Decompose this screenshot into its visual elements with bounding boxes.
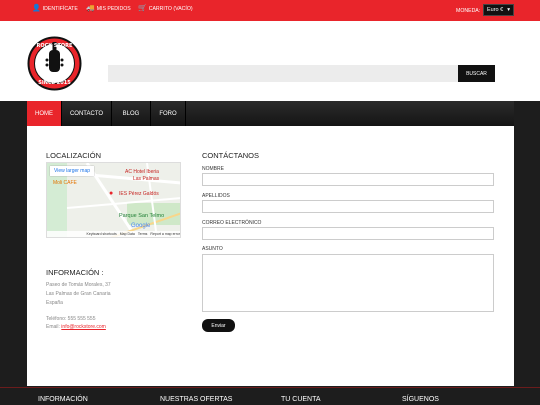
map-google-logo: Google <box>131 223 151 229</box>
login-label: Identifícate <box>42 5 78 12</box>
info-phone: Teléfono: 555 555 555 <box>46 316 96 322</box>
map-park-label: Parque San Telmo <box>119 213 165 219</box>
info-email-link[interactable]: info@rockstore.com <box>61 324 106 330</box>
view-larger-map-link[interactable]: View larger map <box>50 166 95 176</box>
login-link[interactable]: 👤 Identifícate <box>32 5 78 12</box>
map-cafe-label: Moli CAFE <box>53 180 77 186</box>
map-shortcuts[interactable]: Keyboard shortcuts <box>87 232 117 236</box>
orders-icon: 🚚 <box>86 5 95 12</box>
user-icon: 👤 <box>32 5 41 12</box>
search-input[interactable] <box>108 65 458 82</box>
name-field[interactable] <box>202 173 494 186</box>
location-heading: Localización <box>46 151 102 160</box>
email-field[interactable] <box>202 227 494 240</box>
nav-item-blog[interactable]: Blog <box>112 101 151 126</box>
cart-icon: 🛒 <box>138 5 147 12</box>
name-label: Nombre <box>202 166 224 172</box>
subject-textarea[interactable] <box>202 254 494 312</box>
chevron-down-icon: ▾ <box>507 7 510 13</box>
map-data: Map Data <box>119 232 135 236</box>
map-report[interactable]: Report a map error <box>150 232 180 236</box>
footer-info-heading: Información <box>38 396 88 403</box>
map-footer: Keyboard shortcuts Map Data Terms Report… <box>47 231 180 237</box>
info-heading: Información : <box>46 268 104 277</box>
cart-link[interactable]: 🛒 Carrito (vacío) <box>138 5 193 12</box>
info-address2: Las Palmas de Gran Canaria <box>46 291 111 297</box>
surname-label: Apellidos <box>202 193 230 199</box>
contact-heading: Contáctanos <box>202 151 259 160</box>
currency-select[interactable]: Euro € ▾ <box>483 4 514 16</box>
currency-value: Euro € <box>487 7 504 13</box>
nav-item-foro[interactable]: Foro <box>151 101 186 126</box>
surname-field[interactable] <box>202 200 494 213</box>
map-pin-icon: ● <box>109 190 114 197</box>
map-city-label: Las Palmas <box>133 176 160 182</box>
logo-text-bottom: SINCE 2015 <box>38 80 71 86</box>
info-address1: Paseo de Tomás Morales, 37 <box>46 282 111 288</box>
send-button[interactable]: Enviar <box>202 319 235 332</box>
subject-label: Asunto <box>202 246 223 252</box>
cart-label: Carrito (vacío) <box>148 5 193 12</box>
orders-label: Mis pedidos <box>96 5 131 12</box>
orders-link[interactable]: 🚚 Mis pedidos <box>86 5 131 12</box>
info-email-line: Email: info@rockstore.com <box>46 324 106 330</box>
logo-text-top: ROCK STORE <box>37 43 73 49</box>
map-hotel-label: AC Hotel Iberia <box>125 169 159 175</box>
footer-offers-heading: Nuestras ofertas <box>160 396 233 403</box>
main-nav: Home Contacto Blog Foro <box>27 101 514 126</box>
main-content: Localización View larger map AC Hotel Ib… <box>27 126 514 386</box>
footer-follow-heading: Síguenos <box>402 396 439 403</box>
map-terms[interactable]: Terms <box>138 232 148 236</box>
nav-item-contacto[interactable]: Contacto <box>62 101 112 126</box>
info-country: España <box>46 300 63 306</box>
map-pin-label: IES Pérez Galdós <box>119 191 159 197</box>
top-bar: 👤 Identifícate 🚚 Mis pedidos 🛒 Carrito (… <box>0 0 540 21</box>
info-email-label: Email: <box>46 324 60 330</box>
search-button[interactable]: Buscar <box>458 65 495 82</box>
header: ROCK STORE SINCE 2015 Buscar <box>0 21 540 101</box>
location-map[interactable]: View larger map AC Hotel Iberia Las Palm… <box>46 162 181 238</box>
nav-item-home[interactable]: Home <box>27 101 62 126</box>
email-label: Correo electrónico <box>202 220 262 226</box>
footer: Información Nuestras ofertas Tu cuenta S… <box>0 387 540 405</box>
footer-account-heading: Tu cuenta <box>281 396 321 403</box>
currency-label: Moneda: <box>456 8 481 14</box>
rock-store-logo[interactable]: ROCK STORE SINCE 2015 <box>27 36 82 91</box>
